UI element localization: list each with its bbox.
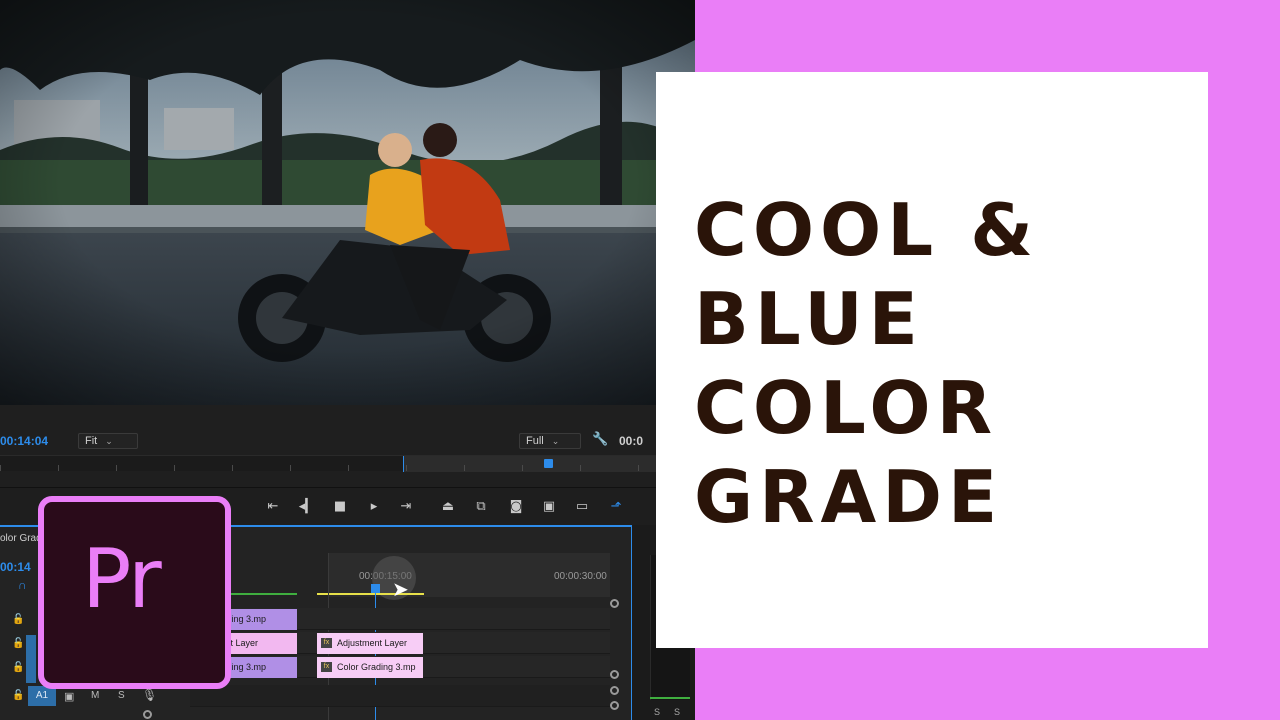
cursor-icon: ➤ xyxy=(392,577,409,601)
track-a1-label[interactable]: A1 xyxy=(28,686,56,706)
wrench-icon[interactable]: 🔧 xyxy=(592,432,608,448)
ruler-tick xyxy=(0,465,1,471)
lock-icon[interactable]: 🔓 xyxy=(12,614,24,625)
ruler-tick xyxy=(464,465,465,471)
mark-in-icon[interactable]: ⇤ xyxy=(262,496,284,518)
scroll-handle[interactable] xyxy=(143,710,152,719)
camera-icon[interactable]: ◙ xyxy=(505,496,527,518)
ruler-tick xyxy=(232,465,233,471)
monitor-scrub-ruler[interactable] xyxy=(0,455,695,472)
ruler-tick xyxy=(348,465,349,471)
safe-margins-icon[interactable]: ▭ xyxy=(571,496,593,518)
chevron-down-icon: ⌄ xyxy=(105,436,113,446)
premiere-pro-logo: Pr xyxy=(38,496,231,689)
timeline-timecode[interactable]: 00:14 xyxy=(0,560,31,574)
ruler-tick xyxy=(290,465,291,471)
ruler-tick xyxy=(580,465,581,471)
playhead-marker[interactable] xyxy=(544,459,553,468)
compare-icon[interactable]: ▣ xyxy=(538,496,560,518)
ruler-tick xyxy=(522,465,523,471)
extract-icon[interactable]: ⧉ xyxy=(470,496,492,518)
ruler-tick xyxy=(174,465,175,471)
lock-icon[interactable]: 🔓 xyxy=(12,638,24,649)
meter-solo-left[interactable]: S xyxy=(654,707,660,717)
clip-color-grading-label: Color Grading 3.mp xyxy=(337,662,416,672)
sequence-tab[interactable]: olor Grad xyxy=(0,533,42,544)
step-back-icon[interactable]: ◂▎ xyxy=(296,496,318,518)
snap-icon[interactable]: ∩ xyxy=(18,578,27,592)
title-line-1: COOL & xyxy=(694,188,1039,272)
quality-dropdown[interactable]: Full ⌄ xyxy=(519,433,581,449)
solo-button[interactable]: S xyxy=(118,690,125,701)
ruler-tick xyxy=(58,465,59,471)
mute-button[interactable]: M xyxy=(91,690,99,701)
title-line-4: GRADE xyxy=(694,455,1004,539)
scroll-handle[interactable] xyxy=(610,599,619,608)
chevron-down-icon: ⌄ xyxy=(551,436,560,446)
scroll-handle[interactable] xyxy=(610,686,619,695)
timeline-playhead-head[interactable] xyxy=(371,584,380,593)
lock-icon[interactable]: 🔓 xyxy=(12,690,24,701)
fit-dropdown-label: Fit xyxy=(85,435,98,447)
fx-badge: fx xyxy=(321,662,332,672)
title-line-2: BLUE xyxy=(694,277,924,361)
track-target-indicator[interactable] xyxy=(26,635,36,683)
quality-dropdown-label: Full xyxy=(526,435,544,447)
lock-icon[interactable]: 🔓 xyxy=(12,662,24,673)
ruler-label-30s: 00:00:30:00 xyxy=(554,571,607,582)
ruler-tick xyxy=(116,465,117,471)
play-icon[interactable]: ▸ xyxy=(363,496,385,518)
clip-adjustment-layer-right[interactable]: fx Adjustment Layer xyxy=(317,633,423,654)
go-to-out-icon[interactable]: ⇥ xyxy=(395,496,417,518)
meter-level xyxy=(650,697,690,699)
meter-solo-right[interactable]: S xyxy=(674,707,680,717)
in-point-line xyxy=(403,456,404,472)
lift-icon[interactable]: ⏏ xyxy=(437,496,459,518)
ruler-tick xyxy=(406,465,407,471)
scroll-handle[interactable] xyxy=(610,670,619,679)
scroll-handle[interactable] xyxy=(610,701,619,710)
stop-icon[interactable]: ■ xyxy=(329,496,351,518)
fit-dropdown[interactable]: Fit ⌄ xyxy=(78,433,138,449)
program-timecode[interactable]: 00:14:04 xyxy=(0,434,48,448)
track-sync-icon[interactable]: ▣ xyxy=(64,690,74,703)
duration-timecode: 00:0 xyxy=(619,434,644,448)
ruler-tick xyxy=(638,465,639,471)
export-icon[interactable]: ⬏ xyxy=(605,496,627,518)
clip-adjustment-layer-label: Adjustment Layer xyxy=(337,638,408,648)
fx-badge: fx xyxy=(321,638,332,648)
thumbnail-title: COOL & BLUE COLOR GRADE xyxy=(694,186,1194,542)
program-monitor-video xyxy=(0,0,695,405)
premiere-logo-text: Pr xyxy=(82,532,162,627)
track-a1 xyxy=(190,685,610,707)
microphone-icon[interactable]: 🎙 xyxy=(142,688,157,702)
clip-color-grading-right[interactable]: fx Color Grading 3.mp xyxy=(317,657,423,678)
title-line-3: COLOR xyxy=(694,366,999,450)
